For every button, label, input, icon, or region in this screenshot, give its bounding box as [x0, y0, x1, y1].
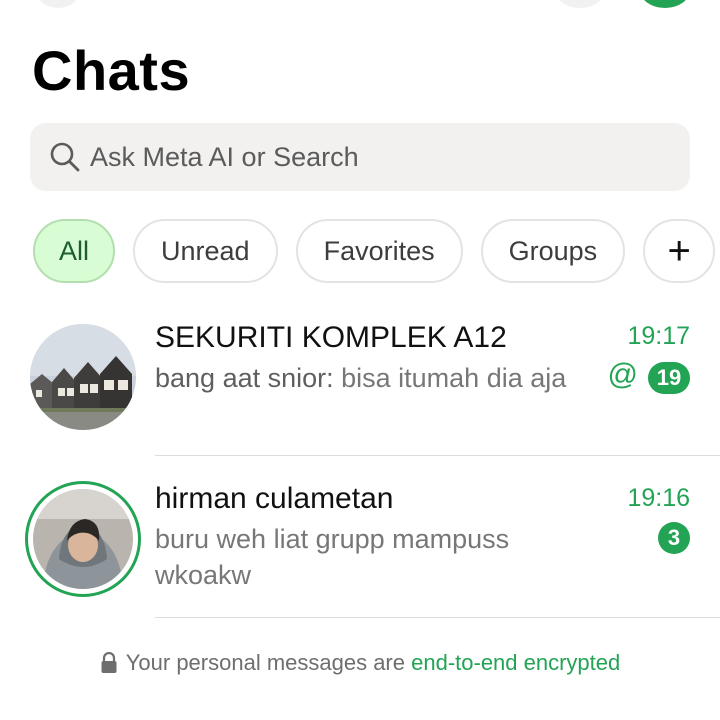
unread-badge: 3 — [658, 522, 690, 554]
filter-favorites[interactable]: Favorites — [295, 219, 463, 283]
encryption-link[interactable]: end-to-end encrypted — [411, 650, 620, 675]
page-title: Chats — [32, 39, 191, 102]
chat-preview: bang aat snior: bisa itumah dia aja — [155, 360, 595, 396]
divider — [155, 455, 720, 456]
chat-preview: buru weh liat grupp mampuss wkoakw — [155, 524, 510, 590]
encryption-notice: Your personal messages are end-to-end en… — [0, 650, 720, 676]
add-filter-button[interactable]: + — [643, 219, 716, 283]
chat-time: 19:17 — [627, 322, 690, 350]
avatar[interactable] — [33, 489, 133, 589]
filter-all[interactable]: All — [33, 219, 116, 283]
mention-icon: @ — [607, 358, 638, 391]
chat-name: SEKURITI KOMPLEK A12 — [155, 321, 507, 354]
search-input[interactable] — [90, 141, 650, 173]
new-chat-button-partial[interactable] — [640, 0, 690, 8]
chat-time: 19:16 — [627, 484, 690, 512]
person-hoodie-photo — [33, 489, 133, 589]
unread-badge: 19 — [648, 362, 690, 394]
avatar[interactable] — [30, 324, 136, 430]
lock-icon — [101, 652, 117, 673]
filter-unread[interactable]: Unread — [133, 219, 278, 283]
back-button-partial[interactable] — [36, 0, 80, 8]
filter-chips: All Unread Favorites Groups + — [33, 219, 716, 283]
house-row-photo — [30, 324, 136, 430]
chat-row[interactable]: SEKURITI KOMPLEK A12 bang aat snior: bis… — [0, 300, 720, 460]
search-bar[interactable] — [30, 123, 690, 191]
encryption-text: Your personal messages are end-to-end en… — [126, 650, 621, 676]
camera-button-partial[interactable] — [555, 0, 605, 8]
chat-name: hirman culametan — [155, 482, 394, 515]
encryption-label: Your personal messages are — [125, 650, 412, 675]
chat-sender: bang aat snior: — [155, 363, 334, 393]
chat-row[interactable]: hirman culametan buru weh liat grupp mam… — [0, 460, 720, 620]
chat-message: bisa itumah dia aja — [333, 363, 567, 393]
filter-groups[interactable]: Groups — [480, 219, 626, 283]
search-icon — [50, 142, 80, 172]
divider — [155, 617, 720, 618]
